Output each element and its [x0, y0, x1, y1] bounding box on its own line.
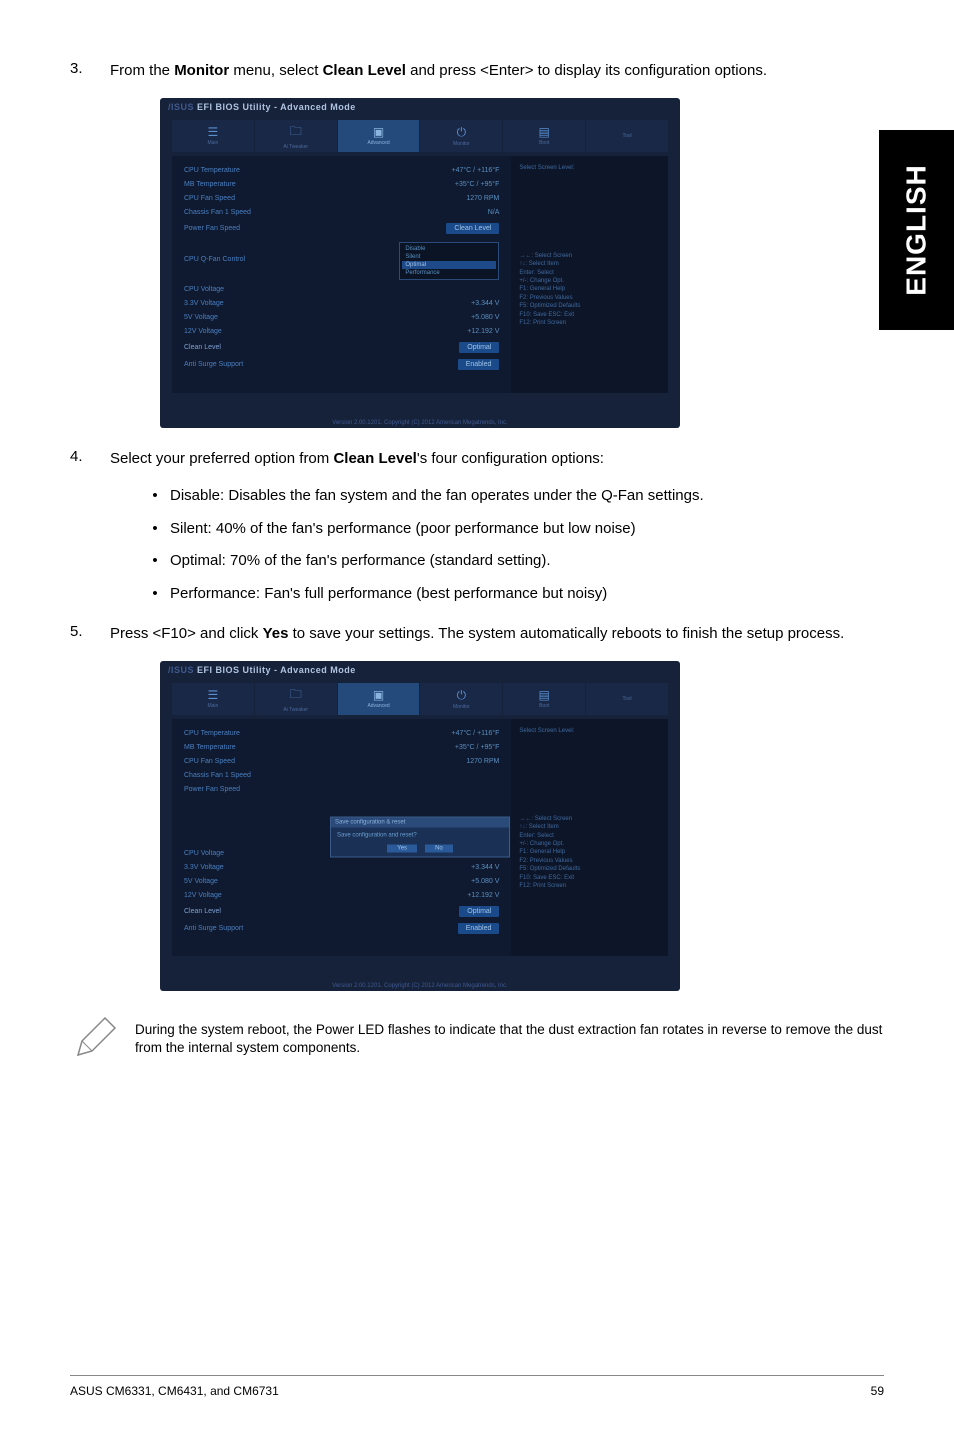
bullet-icon: •: [140, 485, 170, 508]
bios-tab-tweaker[interactable]: 🗀Ai Tweaker: [255, 120, 337, 152]
bullet-list: •Disable: Disables the fan system and th…: [140, 485, 884, 605]
dialog-title: Save configuration & reset: [331, 818, 509, 828]
table-row: CPU Fan Speed1270 RPM: [180, 192, 503, 206]
list-item: •Silent: 40% of the fan's performance (p…: [140, 518, 884, 541]
table-row: Power Fan SpeedClean Level: [180, 220, 503, 237]
table-row: CPU Temperature+47°C / +116°F: [180, 164, 503, 178]
disk-icon: ▤: [539, 688, 550, 702]
bios-tab-monitor[interactable]: ⏻Monitor: [420, 120, 502, 152]
option-item[interactable]: Performance: [402, 269, 496, 277]
step-number: 5.: [70, 623, 110, 646]
bios-body: CPU Temperature+47°C / +116°F MB Tempera…: [172, 719, 668, 956]
table-row: CPU Temperature+47°C / +116°F: [180, 727, 503, 741]
bios-screenshot-1: /ISUS EFI BIOS Utility - Advanced Mode ☰…: [160, 98, 680, 428]
table-row: CPU Fan Speed1270 RPM: [180, 755, 503, 769]
bios-title: /ISUS EFI BIOS Utility - Advanced Mode: [168, 102, 356, 112]
bullet-icon: •: [140, 518, 170, 541]
bullet-icon: •: [140, 550, 170, 573]
footer-left: ASUS CM6331, CM6431, and CM6731: [70, 1384, 279, 1398]
step-text: Press <F10> and click Yes to save your s…: [110, 623, 844, 646]
table-row: 12V Voltage+12.192 V: [180, 325, 503, 339]
yes-button[interactable]: Yes: [387, 845, 417, 853]
step-3: 3. From the Monitor menu, select Clean L…: [70, 60, 884, 83]
anti-surge-row[interactable]: Anti Surge SupportEnabled: [180, 356, 503, 373]
bios-tabs: ☰Main 🗀Ai Tweaker ▣Advanced ⏻Monitor ▤Bo…: [172, 683, 668, 715]
option-item[interactable]: Disable: [402, 245, 496, 253]
bios-help-panel: Select Screen Level: →←: Select Screen ↑…: [511, 156, 668, 393]
list-item: •Optimal: 70% of the fan's performance (…: [140, 550, 884, 573]
anti-surge-row[interactable]: Anti Surge SupportEnabled: [180, 920, 503, 937]
dialog-buttons: Yes No: [335, 845, 505, 853]
table-row: 3.3V Voltage+3.344 V: [180, 861, 503, 875]
clean-level-row[interactable]: Clean LevelOptimal: [180, 903, 503, 920]
chip-icon: ▣: [373, 688, 384, 702]
bios-tab-boot[interactable]: ▤Boot: [503, 683, 585, 715]
folder-icon: 🗀: [290, 685, 302, 706]
option-item[interactable]: Silent: [402, 253, 496, 261]
table-row: Power Fan Speed: [180, 783, 503, 797]
bios-tab-tool[interactable]: Tool: [586, 120, 668, 152]
bios-tab-advanced[interactable]: ▣Advanced: [338, 120, 420, 152]
step-number: 4.: [70, 448, 110, 471]
save-dialog: Save configuration & reset Save configur…: [330, 817, 510, 858]
table-row: CPU Q-Fan Control Disable Silent Optimal…: [180, 237, 503, 283]
options-list: Disable Silent Optimal Performance: [399, 242, 499, 280]
folder-icon: 🗀: [290, 122, 302, 143]
help-header: Select Screen Level:: [519, 164, 660, 172]
list-icon: ☰: [208, 125, 219, 139]
clean-level-row[interactable]: Clean LevelOptimal: [180, 339, 503, 356]
bios-body: CPU Temperature+47°C / +116°F MB Tempera…: [172, 156, 668, 393]
bios-footer: Version 2.00.1201. Copyright (C) 2012 Am…: [160, 983, 680, 989]
table-row: CPU Voltage: [180, 283, 503, 297]
table-row: Chassis Fan 1 SpeedN/A: [180, 206, 503, 220]
page-content: 3. From the Monitor menu, select Clean L…: [0, 0, 954, 1066]
page-number: 59: [871, 1384, 884, 1398]
help-text: →←: Select Screen ↑↓: Select Item Enter:…: [519, 252, 660, 328]
page-footer: ASUS CM6331, CM6431, and CM6731 59: [70, 1375, 884, 1398]
bios-help-panel: Select Screen Level: →←: Select Screen ↑…: [511, 719, 668, 956]
bios-tab-advanced[interactable]: ▣Advanced: [338, 683, 420, 715]
bios-tab-main[interactable]: ☰Main: [172, 683, 254, 715]
note-text: During the system reboot, the Power LED …: [135, 1011, 884, 1059]
bios-tab-tool[interactable]: Tool: [586, 683, 668, 715]
power-icon: ⏻: [457, 125, 467, 140]
bios-tab-main[interactable]: ☰Main: [172, 120, 254, 152]
chip-icon: ▣: [373, 125, 384, 139]
step-number: 3.: [70, 60, 110, 83]
disk-icon: ▤: [539, 125, 550, 139]
table-row: 5V Voltage+5.080 V: [180, 311, 503, 325]
help-text: →←: Select Screen ↑↓: Select Item Enter:…: [519, 815, 660, 891]
pencil-icon: [70, 1011, 120, 1066]
bios-tabs: ☰Main 🗀Ai Tweaker ▣Advanced ⏻Monitor ▤Bo…: [172, 120, 668, 152]
list-icon: ☰: [208, 688, 219, 702]
list-item: •Disable: Disables the fan system and th…: [140, 485, 884, 508]
step-4: 4. Select your preferred option from Cle…: [70, 448, 884, 471]
help-header: Select Screen Level:: [519, 727, 660, 735]
bios-screenshot-2: /ISUS EFI BIOS Utility - Advanced Mode ☰…: [160, 661, 680, 991]
step-text: Select your preferred option from Clean …: [110, 448, 604, 471]
step-5: 5. Press <F10> and click Yes to save you…: [70, 623, 884, 646]
bullet-icon: •: [140, 583, 170, 606]
bios-left-panel: CPU Temperature+47°C / +116°F MB Tempera…: [172, 719, 511, 956]
bios-tab-monitor[interactable]: ⏻Monitor: [420, 683, 502, 715]
no-button[interactable]: No: [425, 845, 453, 853]
option-item-selected[interactable]: Optimal: [402, 261, 496, 269]
table-row: 5V Voltage+5.080 V: [180, 875, 503, 889]
note-box: During the system reboot, the Power LED …: [70, 1011, 884, 1066]
step-text: From the Monitor menu, select Clean Leve…: [110, 60, 767, 83]
clean-level-dropdown[interactable]: Clean Level: [446, 223, 499, 234]
power-icon: ⏻: [457, 688, 467, 703]
bios-footer: Version 2.00.1201. Copyright (C) 2012 Am…: [160, 420, 680, 426]
dialog-text: Save configuration and reset?: [335, 831, 505, 841]
list-item: •Performance: Fan's full performance (be…: [140, 583, 884, 606]
bios-left-panel: CPU Temperature+47°C / +116°F MB Tempera…: [172, 156, 511, 393]
table-row: Chassis Fan 1 Speed: [180, 769, 503, 783]
table-row: 3.3V Voltage+3.344 V: [180, 297, 503, 311]
table-row: 12V Voltage+12.192 V: [180, 889, 503, 903]
table-row: MB Temperature+35°C / +95°F: [180, 741, 503, 755]
bios-tab-tweaker[interactable]: 🗀Ai Tweaker: [255, 683, 337, 715]
table-row: MB Temperature+35°C / +95°F: [180, 178, 503, 192]
bios-tab-boot[interactable]: ▤Boot: [503, 120, 585, 152]
bios-title: /ISUS EFI BIOS Utility - Advanced Mode: [168, 665, 356, 675]
